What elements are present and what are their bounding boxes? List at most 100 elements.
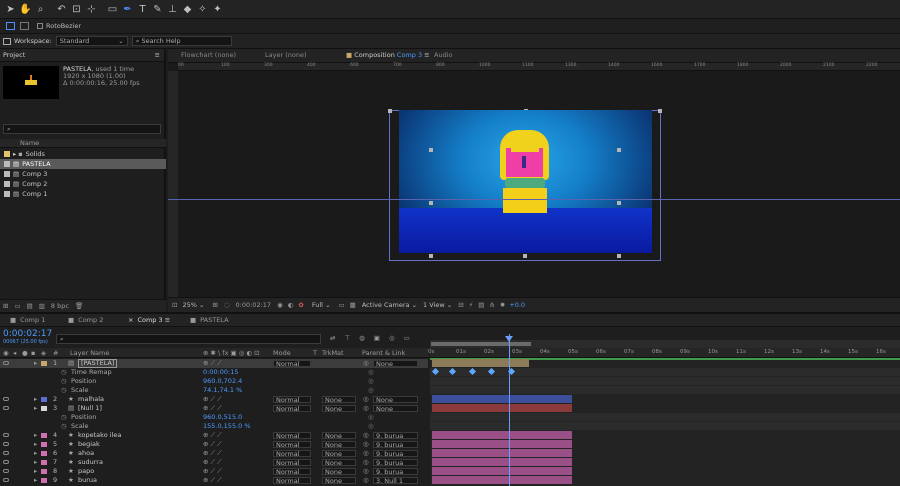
eye-icon[interactable]: [3, 451, 9, 455]
eye-icon[interactable]: [3, 406, 9, 410]
transform-handle[interactable]: [429, 148, 433, 152]
parent-select[interactable]: 9. burua: [373, 450, 418, 457]
layer-row[interactable]: ▸ 2 ★ malhala ⊕ ⟋ ⟋ Normal None ◎ None: [0, 395, 428, 404]
label-color-swatch[interactable]: [41, 442, 47, 447]
layer-switches[interactable]: ⊕ ⟋ ⟋: [203, 467, 222, 476]
transform-handle[interactable]: [617, 254, 621, 258]
color-channel-icon[interactable]: ✿: [298, 301, 303, 309]
transform-handle[interactable]: [523, 254, 527, 258]
blend-mode-select[interactable]: Normal: [273, 477, 311, 484]
disclosure-triangle-icon[interactable]: ▸: [34, 458, 37, 467]
selection-tool-icon[interactable]: ➤: [4, 3, 17, 16]
stopwatch-icon[interactable]: ◷: [61, 422, 67, 431]
list-item[interactable]: ▸ ▪ Solids: [0, 149, 166, 159]
project-settings-icon[interactable]: ▥: [39, 302, 45, 310]
layer-row[interactable]: ▸ 3 ▤ [Null 1] ⊕ ⟋ ⟋ Normal None ◎ None: [0, 404, 428, 413]
list-item[interactable]: ▤ Comp 1: [0, 189, 166, 199]
label-color-swatch[interactable]: [41, 361, 47, 366]
parent-select[interactable]: 9. burua: [373, 468, 418, 475]
pixel-aspect-icon[interactable]: ⊟: [458, 301, 463, 309]
pan-behind-tool-icon[interactable]: ⊹: [85, 3, 98, 16]
layer-row[interactable]: ▸ 5 ★ begiak ⊕ ⟋ ⟋ Normal None ◎ 9. burua: [0, 440, 428, 449]
layer-switches[interactable]: ⊕ ⟋ ⟋: [203, 458, 222, 467]
layer-duration-bar[interactable]: [432, 476, 572, 484]
current-time-indicator[interactable]: [509, 334, 510, 486]
transform-handle[interactable]: [429, 201, 433, 205]
tab-layer[interactable]: Layer (none): [265, 51, 306, 59]
parent-select[interactable]: 9. burua: [373, 432, 418, 439]
resolution-select[interactable]: Full ⌄: [312, 301, 331, 309]
property-track[interactable]: [430, 377, 900, 385]
disclosure-triangle-icon[interactable]: ▸: [34, 359, 37, 368]
brush-tool-icon[interactable]: ✎: [151, 3, 164, 16]
layer-row[interactable]: ▸ 4 ★ kopetako ilea ⊕ ⟋ ⟋ Normal None ◎ 9. burua: [0, 431, 428, 440]
graph-editor-icon[interactable]: ▭: [404, 334, 410, 342]
label-icon[interactable]: ◈: [41, 349, 46, 357]
eye-icon[interactable]: [3, 460, 9, 464]
property-row[interactable]: ◷ Time Remap 0:00:00:15 ◎: [0, 368, 428, 377]
tab-comp-3[interactable]: × Comp 3 ≡: [128, 316, 170, 324]
close-icon[interactable]: ■: [68, 316, 74, 324]
stopwatch-icon[interactable]: ◷: [61, 413, 67, 422]
blend-mode-select[interactable]: Normal: [273, 396, 311, 403]
zoom-tool-icon[interactable]: ⌕: [34, 3, 47, 16]
lock-icon[interactable]: ■: [346, 51, 352, 59]
hand-tool-icon[interactable]: ✋: [19, 3, 32, 16]
project-tab[interactable]: Project ≡: [0, 49, 164, 62]
trkmat-select[interactable]: None: [322, 468, 356, 475]
current-time-display[interactable]: 0:00:02:17: [3, 329, 52, 339]
label-color-swatch[interactable]: [41, 469, 47, 474]
exposure-value[interactable]: +0.0: [509, 301, 525, 309]
layer-name[interactable]: begiak: [78, 440, 100, 449]
trkmat-select[interactable]: None: [322, 459, 356, 466]
comp-flowchart-icon[interactable]: ⇄: [330, 334, 335, 342]
expression-pick-whip-icon[interactable]: ◎: [368, 368, 374, 377]
disclosure-triangle-icon[interactable]: ▸: [34, 404, 37, 413]
transform-handle[interactable]: [658, 109, 662, 113]
tab-composition[interactable]: ■ Composition Comp 3 ≡: [346, 51, 430, 59]
search-help-input[interactable]: ⌕ Search Help: [131, 36, 232, 46]
layer-duration-bar[interactable]: [432, 467, 572, 475]
exposure-icon[interactable]: ✹: [500, 301, 505, 309]
panel-menu-icon[interactable]: ≡: [165, 316, 170, 324]
label-color-swatch[interactable]: [41, 406, 47, 411]
tab-flowchart[interactable]: Flowchart (none): [181, 51, 236, 59]
solo-icon[interactable]: ●: [22, 349, 28, 357]
property-value[interactable]: 0:00:00:15: [203, 368, 239, 377]
rectangle-tool-icon[interactable]: ▭: [106, 3, 119, 16]
region-of-interest-icon[interactable]: ▭: [339, 301, 345, 309]
layer-switches[interactable]: ⊕ ⟋ ⟋: [203, 404, 222, 413]
trash-icon[interactable]: 🗑: [75, 302, 83, 310]
layer-name[interactable]: malhala: [78, 395, 104, 404]
list-item[interactable]: ▤ Comp 3: [0, 169, 166, 179]
layer-row[interactable]: ▸ 8 ★ papo ⊕ ⟋ ⟋ Normal None ◎ 9. burua: [0, 467, 428, 476]
name-column-label[interactable]: Name: [20, 139, 39, 147]
pick-whip-icon[interactable]: ◎: [363, 458, 369, 467]
pick-whip-icon[interactable]: ◎: [363, 467, 369, 476]
close-icon[interactable]: ■: [10, 316, 16, 324]
pen-tool-icon[interactable]: ✒: [121, 3, 134, 16]
transform-handle[interactable]: [617, 201, 621, 205]
stopwatch-icon[interactable]: ◷: [61, 377, 67, 386]
list-item[interactable]: ▤ Comp 2: [0, 179, 166, 189]
draft-3d-icon[interactable]: ⊤: [344, 334, 350, 342]
timeline-icon[interactable]: ▤: [478, 301, 484, 309]
property-track[interactable]: [430, 386, 900, 394]
bpc-button[interactable]: 8 bpc: [51, 302, 69, 310]
show-snapshot-icon[interactable]: ◐: [288, 301, 294, 309]
layer-duration-bar[interactable]: [432, 449, 572, 457]
panel-menu-icon[interactable]: ≡: [424, 51, 429, 59]
type-tool-icon[interactable]: T: [136, 3, 149, 16]
fill-swatch[interactable]: [6, 22, 15, 30]
label-color-swatch[interactable]: [41, 451, 47, 456]
camera-select[interactable]: Active Camera ⌄: [362, 301, 417, 309]
pick-whip-icon[interactable]: ◎: [363, 359, 369, 368]
property-value[interactable]: 74.1,74.1 %: [203, 386, 242, 395]
layer-name[interactable]: ahoa: [78, 449, 94, 458]
property-track[interactable]: [430, 368, 900, 376]
expression-pick-whip-icon[interactable]: ◎: [368, 413, 374, 422]
expression-pick-whip-icon[interactable]: ◎: [368, 377, 374, 386]
property-row[interactable]: ◷ Position 960.0,702.4 ◎: [0, 377, 428, 386]
eraser-tool-icon[interactable]: ◆: [181, 3, 194, 16]
panel-menu-icon[interactable]: ≡: [155, 49, 160, 61]
